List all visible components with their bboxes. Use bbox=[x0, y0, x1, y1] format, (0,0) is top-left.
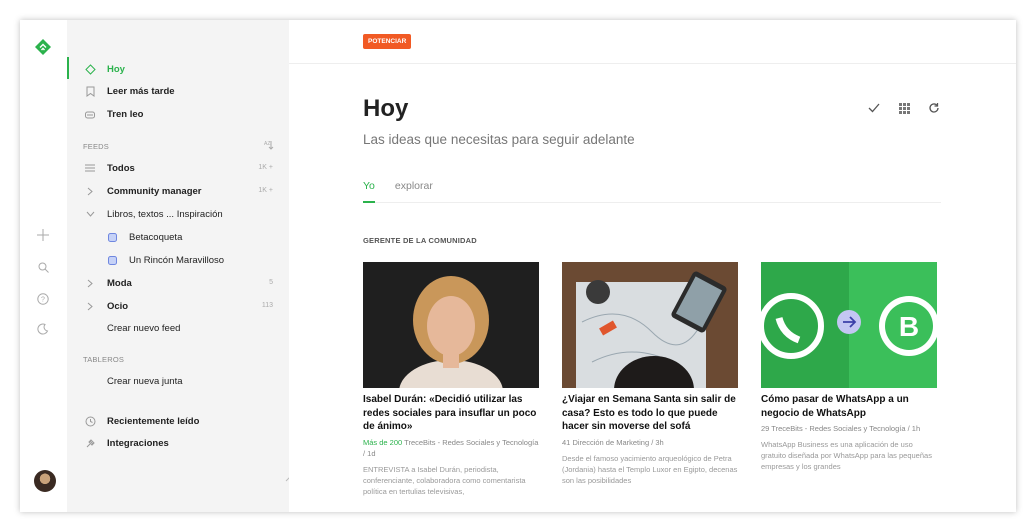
feed-community-manager[interactable]: Community manager bbox=[83, 182, 202, 200]
feed-label: Libros, textos ... Inspiración bbox=[107, 208, 223, 220]
create-board-label: Crear nueva junta bbox=[107, 375, 183, 387]
svg-text:AZ: AZ bbox=[264, 141, 270, 147]
top-bar: POTENCIAR bbox=[289, 20, 1016, 64]
article-card[interactable]: B Cómo pasar de WhatsApp a un negocio de… bbox=[761, 262, 937, 472]
feed-label: Community manager bbox=[107, 185, 202, 197]
article-meta: Más de 200 TreceBits - Redes Sociales y … bbox=[363, 437, 539, 459]
svg-text:B: B bbox=[899, 311, 919, 342]
feed-un-rincon[interactable]: Un Rincón Maravilloso bbox=[105, 251, 224, 269]
feed-label: Un Rincón Maravilloso bbox=[129, 254, 225, 266]
feed-ocio[interactable]: Ocio bbox=[83, 297, 128, 315]
article-card[interactable]: Isabel Durán: «Decidió utilizar las rede… bbox=[363, 262, 539, 497]
article-card[interactable]: ¿Viajar en Semana Santa sin salir de cas… bbox=[562, 262, 738, 486]
boards-section-heading: TABLEROS bbox=[83, 355, 125, 364]
icon-rail: ? bbox=[20, 20, 67, 512]
chevron-right-icon[interactable] bbox=[83, 299, 97, 313]
create-board-link[interactable]: Crear nueva junta bbox=[107, 372, 183, 390]
article-source: Dirección de Marketing / 3h bbox=[572, 437, 664, 447]
plug-icon bbox=[83, 436, 97, 450]
active-indicator bbox=[67, 57, 69, 79]
article-title[interactable]: Isabel Durán: «Decidió utilizar las rede… bbox=[363, 393, 539, 434]
feed-betacoqueta[interactable]: Betacoqueta bbox=[105, 228, 182, 246]
user-avatar[interactable] bbox=[34, 470, 56, 492]
list-icon bbox=[83, 161, 97, 175]
feeds-section-heading: FEEDS bbox=[83, 142, 110, 151]
chevron-right-icon[interactable] bbox=[83, 184, 97, 198]
section-label: GERENTE DE LA COMUNIDAD bbox=[363, 236, 477, 245]
search-icon[interactable] bbox=[34, 258, 52, 276]
sidebar-item-integrations[interactable]: Integraciones bbox=[83, 434, 169, 452]
sidebar-item-label: Recientemente leído bbox=[107, 415, 200, 427]
article-meta: 29 TreceBits - Redes Sociales y Tecnolog… bbox=[761, 423, 937, 434]
article-popularity: 29 bbox=[761, 424, 770, 433]
today-icon bbox=[83, 62, 97, 76]
feed-count: 113 bbox=[261, 302, 273, 309]
add-icon[interactable] bbox=[34, 226, 52, 244]
sidebar-item-recent[interactable]: Recientemente leído bbox=[83, 412, 199, 430]
mark-as-read-icon[interactable] bbox=[866, 100, 882, 116]
article-excerpt: Desde el famoso yacimiento arqueológico … bbox=[562, 453, 738, 485]
feed-todos[interactable]: Todos bbox=[83, 159, 135, 177]
feed-libros[interactable]: Libros, textos ... Inspiración bbox=[83, 205, 223, 223]
article-image[interactable] bbox=[363, 262, 539, 388]
clock-icon bbox=[83, 414, 97, 428]
active-tab-underline bbox=[363, 201, 375, 203]
chevron-right-icon[interactable] bbox=[83, 276, 97, 290]
night-mode-icon[interactable] bbox=[34, 320, 52, 338]
feed-label: Ocio bbox=[107, 300, 129, 312]
svg-text:?: ? bbox=[41, 297, 45, 304]
sidebar-item-label: Hoy bbox=[107, 63, 125, 75]
feed-favicon-icon bbox=[105, 230, 119, 244]
app-window: ? Hoy Leer más tarde Tren leo FEEDS AZ T… bbox=[20, 20, 1016, 512]
feed-favicon-icon bbox=[105, 253, 119, 267]
sidebar-item-hoy[interactable]: Hoy bbox=[83, 60, 125, 78]
article-excerpt: WhatsApp Business es una aplicación de u… bbox=[761, 440, 932, 471]
page-title: Hoy bbox=[363, 95, 409, 122]
article-title[interactable]: Cómo pasar de WhatsApp a un negocio de W… bbox=[761, 393, 937, 420]
article-source: TreceBits - Redes Sociales y Tecnología … bbox=[771, 424, 921, 433]
main-content: POTENCIAR Hoy Las ideas que necesitas pa… bbox=[289, 20, 1016, 512]
feed-label: Moda bbox=[107, 277, 132, 289]
create-feed-label: Crear nuevo feed bbox=[107, 322, 181, 334]
sidebar-item-leo[interactable]: Tren leo bbox=[83, 105, 143, 123]
chevron-down-icon[interactable] bbox=[83, 207, 97, 221]
leo-robot-icon bbox=[83, 107, 97, 121]
sidebar-item-label: Integraciones bbox=[107, 437, 169, 449]
sidebar-item-label: Leer más tarde bbox=[107, 85, 175, 97]
feed-count: 5 bbox=[269, 279, 273, 286]
feed-moda[interactable]: Moda bbox=[83, 274, 132, 292]
sidebar: Hoy Leer más tarde Tren leo FEEDS AZ Tod… bbox=[67, 20, 297, 512]
feed-count: 1K + bbox=[258, 164, 273, 171]
refresh-icon[interactable] bbox=[926, 100, 942, 116]
help-icon[interactable]: ? bbox=[34, 290, 52, 308]
feed-label: Todos bbox=[107, 162, 135, 174]
article-excerpt: ENTREVISTA a Isabel Durán, periodista, c… bbox=[363, 464, 526, 496]
article-meta: 41 Dirección de Marketing / 3h bbox=[562, 437, 738, 448]
feed-count: 1K + bbox=[258, 187, 273, 194]
create-feed-link[interactable]: Crear nuevo feed bbox=[107, 319, 180, 337]
tab-explorar[interactable]: explorar bbox=[395, 180, 433, 192]
feed-label: Betacoqueta bbox=[129, 231, 183, 243]
tab-yo[interactable]: Yo bbox=[363, 180, 375, 192]
article-popularity: Más de 200 bbox=[363, 437, 403, 447]
article-image[interactable] bbox=[562, 262, 738, 388]
sidebar-item-read-later[interactable]: Leer más tarde bbox=[83, 82, 175, 100]
article-popularity: 41 bbox=[562, 437, 571, 447]
article-image[interactable]: B bbox=[761, 262, 937, 388]
tab-divider bbox=[363, 202, 941, 203]
tab-bar: Yo explorar bbox=[363, 180, 433, 192]
layout-grid-icon[interactable] bbox=[896, 100, 912, 116]
page-actions bbox=[866, 100, 942, 116]
sidebar-item-label: Tren leo bbox=[107, 108, 144, 120]
sort-feeds-icon[interactable]: AZ bbox=[263, 138, 275, 150]
page-subtitle: Las ideas que necesitas para seguir adel… bbox=[363, 132, 635, 147]
feedly-logo-icon[interactable] bbox=[34, 38, 52, 56]
boost-button[interactable]: POTENCIAR bbox=[363, 34, 412, 49]
article-title[interactable]: ¿Viajar en Semana Santa sin salir de cas… bbox=[562, 393, 738, 434]
bookmark-icon bbox=[83, 84, 97, 98]
